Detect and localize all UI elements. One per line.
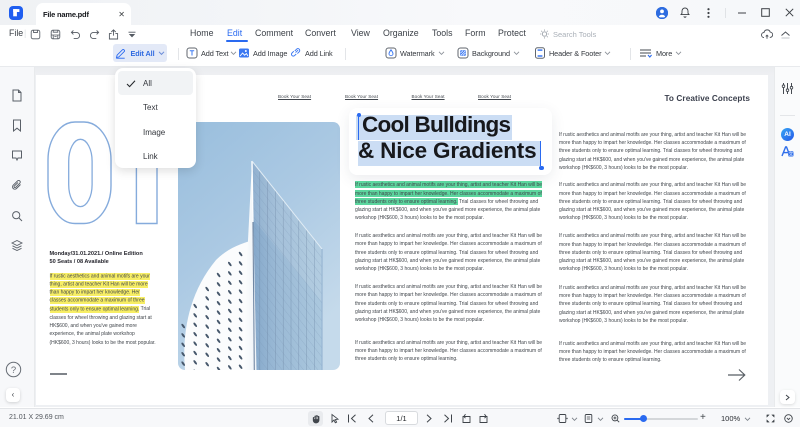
svg-text:?: ?	[11, 365, 16, 376]
svg-text:文: 文	[788, 150, 793, 157]
